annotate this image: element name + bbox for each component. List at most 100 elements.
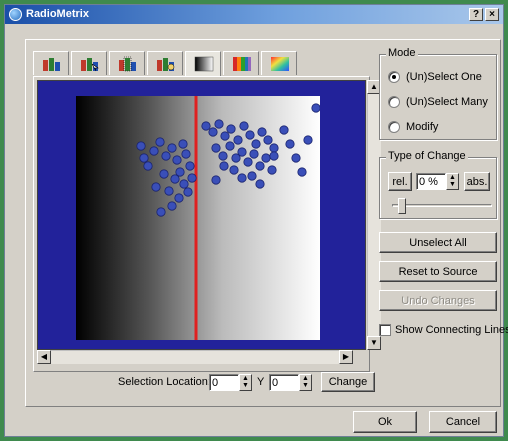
scatter-point[interactable] (181, 149, 191, 159)
undo-changes-button[interactable]: Undo Changes (379, 290, 497, 311)
tab-color-strip[interactable] (223, 51, 259, 75)
scatter-point[interactable] (170, 174, 180, 184)
scroll-right-arrow[interactable]: ▶ (339, 350, 353, 364)
show-connecting-lines-checkbox[interactable] (379, 324, 391, 336)
scatter-point[interactable] (167, 201, 177, 211)
selection-x-spinner[interactable]: ▲ ▼ (239, 374, 252, 391)
change-amount-spinner[interactable]: ▲ ▼ (446, 173, 459, 190)
scatter-point[interactable] (167, 143, 177, 153)
scatter-point[interactable] (237, 147, 247, 157)
scatter-point[interactable] (155, 137, 165, 147)
scatter-point[interactable] (159, 169, 169, 179)
scatter-point[interactable] (249, 149, 259, 159)
point-cloud[interactable] (136, 103, 320, 217)
tab-bars-cursor[interactable] (71, 51, 107, 75)
scatter-point[interactable] (174, 193, 184, 203)
scatter-point[interactable] (139, 153, 149, 163)
scatter-point[interactable] (183, 187, 193, 197)
help-button[interactable]: ? (469, 8, 483, 21)
scatter-point[interactable] (303, 135, 313, 145)
scatter-point[interactable] (269, 143, 279, 153)
change-slider-track[interactable] (392, 204, 492, 207)
scatter-point[interactable] (297, 167, 307, 177)
scatter-point[interactable] (211, 143, 221, 153)
selection-location-label: Selection Location: X (118, 376, 222, 388)
scatter-point[interactable] (269, 151, 279, 161)
scatter-point[interactable] (143, 161, 153, 171)
tab-color-gradient[interactable] (261, 51, 297, 75)
radiometric-plot[interactable] (76, 96, 320, 340)
point-overlay[interactable] (76, 96, 320, 340)
scatter-point[interactable] (255, 179, 265, 189)
scatter-point[interactable] (136, 141, 146, 151)
scatter-point[interactable] (279, 125, 289, 135)
scatter-point[interactable] (156, 207, 166, 217)
scatter-point[interactable] (208, 127, 218, 137)
scatter-point[interactable] (229, 165, 239, 175)
scatter-point[interactable] (239, 121, 249, 131)
tab-gradient[interactable] (185, 51, 221, 79)
change-amount-input[interactable] (416, 173, 446, 190)
selection-x-input[interactable] (209, 374, 239, 391)
scatter-point[interactable] (201, 121, 211, 131)
scatter-point[interactable] (149, 146, 159, 156)
reset-to-source-button[interactable]: Reset to Source (379, 261, 497, 282)
scatter-point[interactable] (233, 135, 243, 145)
scatter-point[interactable] (179, 179, 189, 189)
radio-select-one[interactable] (388, 71, 400, 83)
scatter-point[interactable] (245, 130, 255, 140)
show-connecting-lines-label: Show Connecting Lines (395, 324, 508, 336)
scatter-point[interactable] (291, 153, 301, 163)
scatter-point[interactable] (172, 155, 182, 165)
horizontal-scrollbar[interactable]: ◀ ▶ (37, 350, 353, 364)
scroll-down-arrow[interactable]: ▼ (367, 336, 381, 350)
scatter-point[interactable] (211, 175, 221, 185)
scroll-left-arrow[interactable]: ◀ (37, 350, 51, 364)
close-button[interactable]: × (485, 8, 499, 21)
scatter-point[interactable] (185, 161, 195, 171)
tab-bars[interactable] (33, 51, 69, 75)
scatter-point[interactable] (218, 151, 228, 161)
radio-modify[interactable] (388, 121, 400, 133)
scatter-point[interactable] (285, 139, 295, 149)
scatter-point[interactable] (261, 153, 271, 163)
radio-select-one-label: (Un)Select One (406, 71, 482, 83)
bars-icon (43, 58, 60, 71)
scatter-point[interactable] (263, 135, 273, 145)
scatter-point[interactable] (151, 182, 161, 192)
scatter-point[interactable] (220, 131, 230, 141)
scatter-point[interactable] (255, 161, 265, 171)
scatter-point[interactable] (164, 186, 174, 196)
scatter-point[interactable] (237, 173, 247, 183)
scatter-point[interactable] (161, 151, 171, 161)
scatter-point[interactable] (219, 161, 229, 171)
rel-button[interactable]: rel. (388, 172, 412, 191)
change-button[interactable]: Change (321, 372, 375, 392)
abs-button[interactable]: abs. (464, 172, 490, 191)
cancel-button[interactable]: Cancel (429, 411, 497, 433)
tab-bars-select[interactable] (109, 51, 145, 75)
scatter-point[interactable] (226, 124, 236, 134)
ok-button[interactable]: Ok (353, 411, 417, 433)
unselect-all-button[interactable]: Unselect All (379, 232, 497, 253)
radio-modify-label: Modify (406, 121, 439, 133)
scatter-point[interactable] (311, 103, 320, 113)
scatter-point[interactable] (187, 173, 197, 183)
selection-y-label: Y (257, 376, 265, 388)
scatter-point[interactable] (257, 127, 267, 137)
type-of-change-group: Type of Change rel. ▲▼ abs. (379, 150, 497, 219)
scatter-point[interactable] (178, 139, 188, 149)
scatter-point[interactable] (225, 141, 235, 151)
scatter-point[interactable] (214, 119, 224, 129)
scatter-point[interactable] (243, 157, 253, 167)
scatter-point[interactable] (251, 139, 261, 149)
selection-y-spinner[interactable]: ▲ ▼ (299, 374, 312, 391)
tab-bars-hand[interactable] (147, 51, 183, 75)
scatter-point[interactable] (247, 171, 257, 181)
bars-hand-icon (157, 58, 175, 71)
scatter-point[interactable] (267, 165, 277, 175)
change-slider-thumb[interactable] (398, 198, 406, 214)
selection-y-input[interactable] (269, 374, 299, 391)
title-bar[interactable]: RadioMetrix ? × (5, 5, 503, 24)
radio-select-many[interactable] (388, 96, 400, 108)
